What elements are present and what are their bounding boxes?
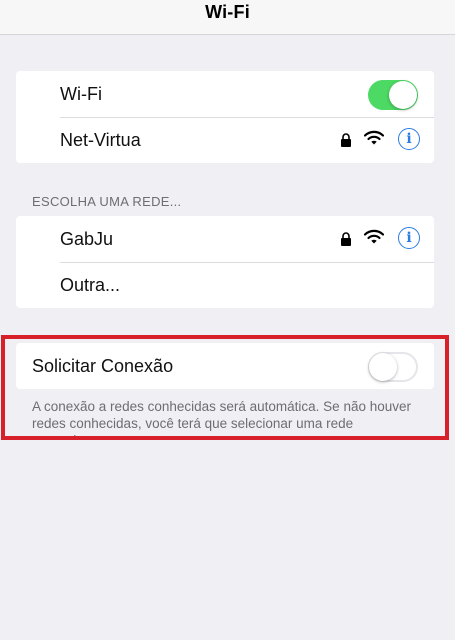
wifi-toggle-row: Wi-Fi	[16, 71, 434, 117]
other-network-row[interactable]: Outra...	[16, 262, 434, 308]
toggle-knob	[389, 81, 417, 109]
wifi-toggle[interactable]	[368, 80, 418, 110]
ask-to-join-row: Solicitar Conexão	[16, 343, 434, 389]
wifi-icon	[364, 229, 384, 244]
ask-to-join-label: Solicitar Conexão	[32, 356, 174, 376]
wifi-label: Wi-Fi	[60, 84, 102, 104]
navigation-bar: Wi-Fi	[0, 0, 455, 35]
ask-to-join-footer: A conexão a redes conhecidas será automá…	[32, 399, 411, 440]
section-header: ESCOLHA UMA REDE...	[32, 194, 182, 209]
lock-icon	[341, 232, 351, 246]
ask-to-join-toggle[interactable]	[368, 352, 418, 382]
toggle-knob	[369, 353, 397, 381]
network-label: GabJu	[60, 229, 114, 249]
info-icon[interactable]: i	[398, 128, 420, 150]
current-network-label: Net-Virtua	[60, 130, 141, 150]
current-network-row[interactable]: Net-Virtua i	[16, 117, 434, 163]
lock-icon	[341, 133, 351, 147]
wifi-group: Wi-Fi Net-Virtua i	[16, 71, 434, 163]
ask-to-join-group: Solicitar Conexão	[16, 343, 434, 389]
networks-group: GabJu i Outra...	[16, 216, 434, 308]
wifi-icon	[364, 130, 384, 145]
network-row[interactable]: GabJu i	[16, 216, 434, 262]
page-title: Wi-Fi	[205, 2, 250, 22]
info-icon[interactable]: i	[398, 227, 420, 249]
other-network-label: Outra...	[60, 275, 121, 295]
